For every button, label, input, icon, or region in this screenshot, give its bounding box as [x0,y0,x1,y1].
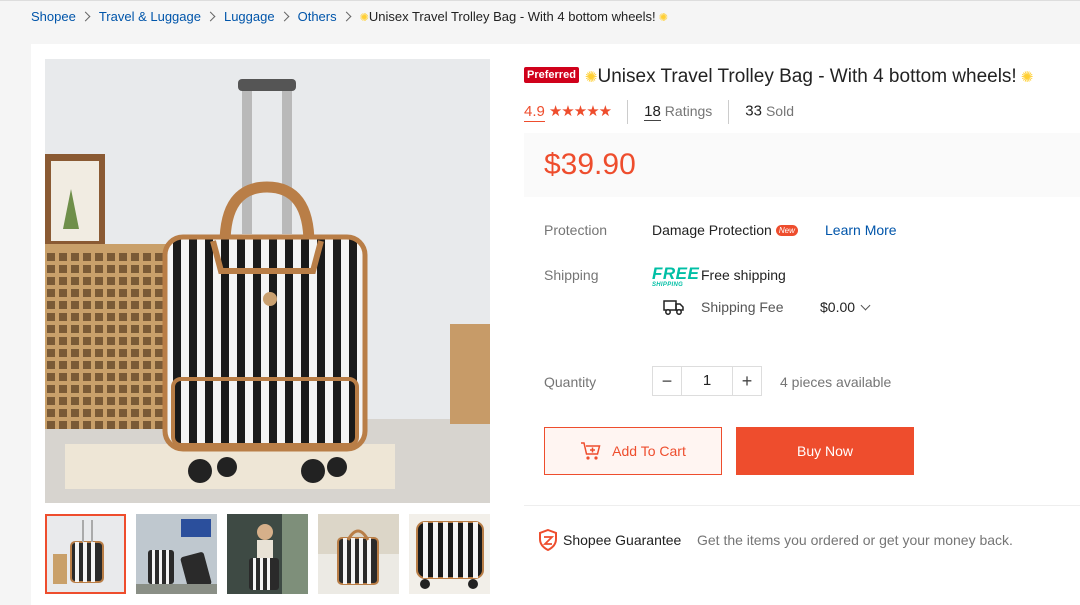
free-logo-top: FREE [652,264,700,283]
main-product-image[interactable] [45,59,490,503]
sun-icon: ✺ [359,12,369,24]
chevron-right-icon [279,11,290,22]
new-badge: New [775,225,798,236]
breadcrumb-current: Unisex Travel Trolley Bag - With 4 botto… [368,9,656,24]
breadcrumb-shopee[interactable]: Shopee [31,9,76,24]
free-shipping-icon: FREE SHIPPING [652,265,699,288]
guarantee-title: Shopee Guarantee [563,532,682,548]
cart-plus-icon [581,442,601,460]
divider [524,505,1080,506]
preferred-badge: Preferred [524,67,579,83]
ratings-count[interactable]: 18 [644,102,661,121]
star-icon: ★★★★★ [548,102,612,120]
learn-more-link[interactable]: Learn More [825,222,897,238]
breadcrumb-others[interactable]: Others [298,9,337,24]
thumbnail-2[interactable] [136,514,217,594]
thumbnail-4[interactable] [318,514,399,594]
price-section: $39.90 [524,133,1080,197]
chevron-right-icon [80,11,91,22]
quantity-input[interactable]: 1 [682,366,732,396]
sold-label: Sold [765,102,794,119]
quantity-stepper: − 1 + [652,366,762,396]
breadcrumb-luggage[interactable]: Luggage [224,9,275,24]
free-shipping-text: Free shipping [701,267,786,283]
increase-quantity-button[interactable]: + [732,366,762,396]
thumbnail-3[interactable] [227,514,308,594]
sun-icon: ✺ [1016,69,1034,86]
product-title: Unisex Travel Trolley Bag - With 4 botto… [597,66,1017,87]
divider [728,100,730,124]
breadcrumb-travel-luggage[interactable]: Travel & Luggage [99,9,201,24]
thumbnail-1[interactable] [45,514,126,594]
shipping-label: Shipping [544,267,599,283]
quantity-label: Quantity [544,374,597,390]
shield-icon [538,528,558,556]
chevron-down-icon [860,300,871,311]
product-stats: 4.9 ★★★★★ 18 Ratings 33 Sold [524,100,794,124]
sold-count: 33 [745,102,762,120]
protection-text: Damage Protection [652,222,772,238]
add-to-cart-button[interactable]: Add To Cart [544,427,722,475]
shipping-fee-dropdown[interactable]: $0.00 [820,299,871,315]
product-title-row: Preferred ✺Unisex Travel Trolley Bag - Wi… [524,66,1033,88]
shipping-fee-label: Shipping Fee [701,299,784,315]
product-price: $39.90 [544,148,636,181]
top-border [0,0,1080,1]
ratings-label: Ratings [664,102,713,119]
product-panel: Preferred ✺Unisex Travel Trolley Bag - Wi… [31,44,1080,605]
protection-label: Protection [544,222,608,238]
sun-icon: ✺ [655,12,668,24]
stock-available: 4 pieces available [780,374,892,390]
breadcrumb: Shopee Travel & Luggage Luggage Others ✺Unis… [31,9,668,24]
shipping-fee-value: $0.00 [820,299,856,315]
decrease-quantity-button[interactable]: − [652,366,682,396]
add-to-cart-label: Add To Cart [612,443,686,459]
buy-now-button[interactable]: Buy Now [736,427,914,475]
divider [627,100,629,124]
chevron-right-icon [341,11,352,22]
protection-value: Damage Protection New [652,222,798,238]
truck-icon [663,298,685,321]
chevron-right-icon [205,11,216,22]
thumbnail-5[interactable] [409,514,490,594]
sun-icon: ✺ [584,69,598,86]
rating-value[interactable]: 4.9 [524,102,545,122]
guarantee-text: Get the items you ordered or get your mo… [697,532,1013,548]
